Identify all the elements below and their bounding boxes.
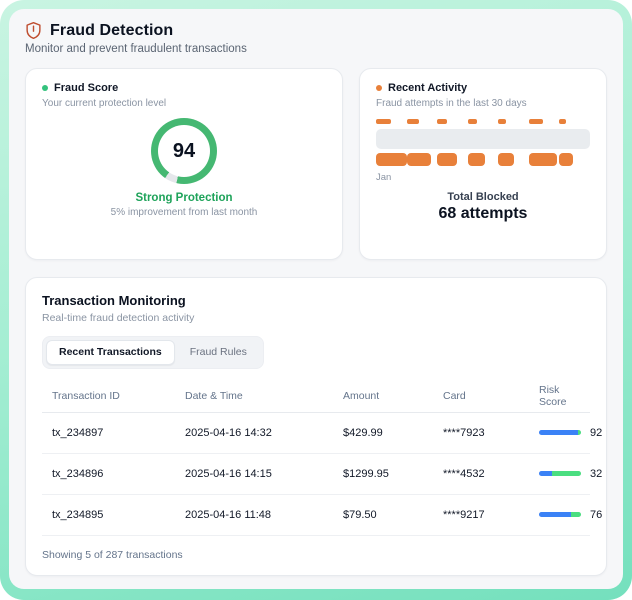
column-header: Transaction ID xyxy=(52,390,185,402)
total-blocked-block: Total Blocked 68 attempts xyxy=(376,191,590,223)
activity-bars xyxy=(376,153,590,166)
recent-activity-card-header: Recent Activity xyxy=(376,82,590,94)
table-row: tx_2348962025-04-16 14:15$1299.95****453… xyxy=(42,454,590,495)
total-blocked-value: 68 attempts xyxy=(376,205,590,223)
activity-bar xyxy=(498,153,513,166)
activity-tick xyxy=(437,119,447,124)
orange-dot-icon xyxy=(376,85,382,91)
activity-tick xyxy=(498,119,506,124)
page-title: Fraud Detection xyxy=(50,22,173,40)
cell-card: ****7923 xyxy=(443,427,539,439)
fraud-detection-page: Fraud Detection Monitor and prevent frau… xyxy=(9,9,623,589)
table-row: tx_2348972025-04-16 14:32$429.99****7923… xyxy=(42,413,590,454)
column-header: Date & Time xyxy=(185,390,343,402)
activity-tick xyxy=(407,119,419,124)
fraud-score-card-header: Fraud Score xyxy=(42,82,326,94)
fraud-score-value: 94 xyxy=(173,140,195,163)
cell-risk-score: 32 xyxy=(539,468,602,480)
cell-risk-score: 76 xyxy=(539,509,602,521)
transaction-monitoring-subtitle: Real-time fraud detection activity xyxy=(42,312,590,324)
column-header: Amount xyxy=(343,390,443,402)
risk-score-value: 92 xyxy=(590,427,602,439)
risk-bar xyxy=(539,430,581,435)
activity-ticks xyxy=(376,119,590,125)
cell-datetime: 2025-04-16 14:15 xyxy=(185,468,343,480)
gauge-wrap: 94 xyxy=(42,118,326,184)
cell-amount: $1299.95 xyxy=(343,468,443,480)
column-header: Risk Score xyxy=(539,384,580,408)
activity-tick xyxy=(529,119,543,124)
tabs: Recent TransactionsFraud Rules xyxy=(42,336,264,369)
cell-risk-score: 92 xyxy=(539,427,602,439)
risk-score-value: 32 xyxy=(590,468,602,480)
page-subtitle: Monitor and prevent fraudulent transacti… xyxy=(25,43,607,55)
app-frame: Fraud Detection Monitor and prevent frau… xyxy=(0,0,632,600)
month-label: Jan xyxy=(376,172,590,183)
activity-bar xyxy=(437,153,457,166)
table-footer: Showing 5 of 287 transactions xyxy=(42,549,590,561)
summary-cards-row: Fraud Score Your current protection leve… xyxy=(25,68,607,260)
fraud-score-ring-inner: 94 xyxy=(158,125,210,177)
risk-bar xyxy=(539,471,581,476)
cell-card: ****4532 xyxy=(443,468,539,480)
table-body: tx_2348972025-04-16 14:32$429.99****7923… xyxy=(42,413,590,536)
activity-chart-band xyxy=(376,129,590,149)
fraud-score-ring: 94 xyxy=(151,118,217,184)
transaction-monitoring-title: Transaction Monitoring xyxy=(42,293,590,308)
table-row: tx_2348952025-04-16 11:48$79.50****92177… xyxy=(42,495,590,536)
activity-tick xyxy=(559,119,566,124)
fraud-score-card-title: Fraud Score xyxy=(54,82,118,94)
activity-chart xyxy=(376,119,590,166)
activity-bar xyxy=(559,153,572,166)
cell-transaction-id: tx_234895 xyxy=(52,509,185,521)
table-header: Transaction IDDate & TimeAmountCardRisk … xyxy=(42,381,590,413)
cell-amount: $429.99 xyxy=(343,427,443,439)
activity-bar xyxy=(468,153,485,166)
cell-transaction-id: tx_234897 xyxy=(52,427,185,439)
column-header: Card xyxy=(443,390,539,402)
fraud-score-card-subtitle: Your current protection level xyxy=(42,98,326,109)
cell-card: ****9217 xyxy=(443,509,539,521)
risk-bar xyxy=(539,512,581,517)
activity-tick xyxy=(468,119,477,124)
activity-bar xyxy=(407,153,431,166)
activity-tick xyxy=(376,119,391,124)
cell-datetime: 2025-04-16 14:32 xyxy=(185,427,343,439)
cell-datetime: 2025-04-16 11:48 xyxy=(185,509,343,521)
tab-recent-transactions[interactable]: Recent Transactions xyxy=(46,340,175,365)
green-dot-icon xyxy=(42,85,48,91)
page-header: Fraud Detection Monitor and prevent frau… xyxy=(25,21,607,55)
title-row: Fraud Detection xyxy=(25,21,607,40)
cell-transaction-id: tx_234896 xyxy=(52,468,185,480)
shield-icon xyxy=(25,21,42,40)
transaction-monitoring-card: Transaction Monitoring Real-time fraud d… xyxy=(25,277,607,576)
activity-bar xyxy=(376,153,407,166)
total-blocked-label: Total Blocked xyxy=(376,191,590,203)
activity-bar xyxy=(529,153,557,166)
risk-score-value: 76 xyxy=(590,509,602,521)
recent-activity-card: Recent Activity Fraud attempts in the la… xyxy=(359,68,607,260)
protection-status: Strong Protection xyxy=(42,192,326,204)
recent-activity-card-subtitle: Fraud attempts in the last 30 days xyxy=(376,98,590,109)
recent-activity-card-title: Recent Activity xyxy=(388,82,467,94)
fraud-score-card: Fraud Score Your current protection leve… xyxy=(25,68,343,260)
tab-fraud-rules[interactable]: Fraud Rules xyxy=(177,340,260,365)
protection-note: 5% improvement from last month xyxy=(42,207,326,218)
cell-amount: $79.50 xyxy=(343,509,443,521)
